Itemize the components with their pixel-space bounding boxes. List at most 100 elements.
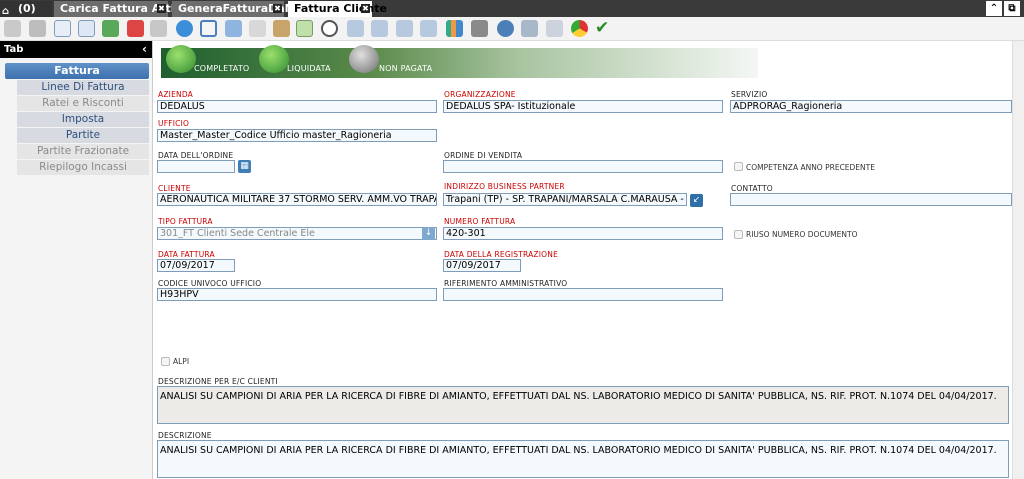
organizzazione-field[interactable]: DEDALUS SPA- Istituzionale: [443, 100, 723, 113]
tipo-fattura-select[interactable]: 301_FT Clienti Sede Centrale Ele: [157, 227, 437, 240]
descr-ec-label: DESCRIZIONE PER E/C CLIENTI: [158, 377, 278, 386]
search-icon[interactable]: [200, 20, 217, 37]
edit-icon[interactable]: [249, 20, 266, 37]
collapse-icon[interactable]: ⌃: [986, 1, 1002, 16]
alpi-checkbox[interactable]: [161, 357, 170, 366]
tab-label: Fattura Cliente: [294, 2, 387, 15]
cliente-field[interactable]: AERONAUTICA MILITARE 37 STORMO SERV. AMM…: [157, 193, 437, 206]
codice-univoco-label: CODICE UNIVOCO UFFICIO: [158, 279, 262, 288]
competenza-label: COMPETENZA ANNO PRECEDENTE: [746, 163, 875, 172]
status-step-non-pagata: NON PAGATA: [379, 64, 433, 73]
servizio-label: SERVIZIO: [731, 90, 768, 99]
descrizione-label: DESCRIZIONE: [158, 431, 212, 440]
organizzazione-label: ORGANIZZAZIONE: [444, 90, 516, 99]
data-registrazione-label: DATA DELLA REGISTRAZIONE: [444, 250, 559, 259]
servizio-field[interactable]: ADPRORAG_Ragioneria: [730, 100, 1012, 113]
status-liquidata-icon: [259, 45, 289, 73]
status-step-completato: COMPLETATO: [194, 64, 250, 73]
tab-genera-fattura-da-nfs[interactable]: GeneraFatturaDaNfs ✖: [172, 1, 305, 17]
descrizione-textarea[interactable]: ANALISI SU CAMPIONI DI ARIA PER LA RICER…: [157, 440, 1009, 478]
riferimento-label: RIFERIMENTO AMMINISTRATIVO: [444, 279, 568, 288]
copy-icon[interactable]: [29, 20, 46, 37]
attach-icon[interactable]: [225, 20, 242, 37]
contatto-label: CONTATTO: [731, 184, 773, 193]
status-banner: [161, 48, 758, 78]
close-icon[interactable]: ✖: [157, 4, 166, 13]
next-icon[interactable]: [396, 20, 413, 37]
numero-fattura-label: NUMERO FATTURA: [444, 217, 516, 226]
ufficio-label: UFFICIO: [158, 119, 190, 128]
data-fattura-field[interactable]: 07/09/2017: [157, 259, 235, 272]
prev-icon[interactable]: [371, 20, 388, 37]
undo-icon[interactable]: [4, 20, 21, 37]
tab-carica-fattura-attiva[interactable]: Carica Fattura Attiva ✖: [54, 1, 189, 17]
last-icon[interactable]: [420, 20, 437, 37]
close-icon[interactable]: ✖: [361, 4, 370, 13]
tipo-fattura-label: TIPO FATTURA: [158, 217, 213, 226]
home-count: (0): [18, 2, 36, 15]
sidebar: Tab ‹ Fattura Linee Di Fattura Ratei e R…: [0, 41, 153, 479]
riuso-label: RIUSO NUMERO DOCUMENTO: [746, 230, 858, 239]
riuso-checkbox[interactable]: [734, 230, 743, 239]
ordine-vendita-field[interactable]: [443, 160, 723, 173]
contatto-field[interactable]: [730, 193, 1012, 206]
settings-icon[interactable]: [497, 20, 514, 37]
descr-ec-textarea[interactable]: ANALISI SU CAMPIONI DI ARIA PER LA RICER…: [157, 386, 1009, 424]
sidebar-item-ratei-e-risconti: Ratei e Risconti: [17, 96, 149, 111]
data-registrazione-field[interactable]: 07/09/2017: [443, 259, 521, 272]
sidebar-item-partite-frazionate: Partite Frazionate: [17, 144, 149, 159]
check-icon[interactable]: ✔: [595, 20, 612, 37]
tab-fattura-cliente[interactable]: Fattura Cliente ✖: [288, 1, 387, 17]
save-icon[interactable]: [150, 20, 167, 37]
print-icon[interactable]: [471, 20, 488, 37]
calendar-icon[interactable]: ▦: [238, 160, 251, 173]
recycle-icon[interactable]: [102, 20, 119, 37]
status-completato-icon: [166, 45, 196, 73]
duplicate-icon[interactable]: [78, 20, 95, 37]
scrollbar[interactable]: [1012, 41, 1024, 479]
export-icon[interactable]: [521, 20, 538, 37]
azienda-label: AZIENDA: [158, 90, 194, 99]
data-ordine-field[interactable]: [157, 160, 235, 173]
refresh-icon[interactable]: [176, 20, 193, 37]
status-step-liquidata: LIQUIDATA: [287, 64, 331, 73]
ordine-vendita-label: ORDINE DI VENDITA: [444, 151, 523, 160]
first-icon[interactable]: [347, 20, 364, 37]
tab-home[interactable]: ⌂ (0): [0, 1, 52, 17]
data-fattura-label: DATA FATTURA: [158, 250, 215, 259]
chart-icon[interactable]: [446, 20, 463, 37]
sidebar-item-linee-di-fattura[interactable]: Linee Di Fattura: [17, 80, 149, 95]
delete-icon[interactable]: [127, 20, 144, 37]
alpi-label: ALPI: [173, 357, 190, 366]
riferimento-field[interactable]: [443, 288, 723, 301]
tab-label: Carica Fattura Attiva: [60, 2, 190, 15]
sidebar-item-partite[interactable]: Partite: [17, 128, 149, 143]
competenza-checkbox[interactable]: [734, 162, 743, 171]
numero-fattura-field[interactable]: 420-301: [443, 227, 723, 240]
table-icon[interactable]: [296, 20, 313, 37]
tab-label: GeneraFatturaDaNfs: [178, 2, 306, 15]
chevron-left-icon[interactable]: ‹: [142, 41, 147, 58]
restore-window-icon[interactable]: ⧉: [1004, 1, 1020, 16]
new-icon[interactable]: [54, 20, 71, 37]
sidebar-item-riepilogo-incassi: Riepilogo Incassi: [17, 160, 149, 175]
toolbar: ✔: [0, 17, 1024, 41]
home-icon[interactable]: [546, 20, 563, 37]
azienda-field[interactable]: DEDALUS: [157, 100, 437, 113]
sidebar-item-imposta[interactable]: Imposta: [17, 112, 149, 127]
indirizzo-field[interactable]: Trapani (TP) - SP. TRAPANI/MARSALA C.MAR…: [443, 193, 687, 206]
status-non-pagata-icon: [349, 45, 379, 73]
close-icon[interactable]: ✖: [273, 4, 282, 13]
chevron-down-icon[interactable]: ↓: [422, 227, 435, 240]
codice-univoco-field[interactable]: H93HPV: [157, 288, 437, 301]
sidebar-group-fattura[interactable]: Fattura: [5, 63, 149, 79]
ufficio-field[interactable]: Master_Master_Codice Ufficio master_Ragi…: [157, 129, 437, 142]
chrome-icon[interactable]: [571, 20, 588, 37]
sidebar-title: Tab: [4, 44, 24, 55]
transfer-icon[interactable]: [273, 20, 290, 37]
clock-icon[interactable]: [321, 20, 338, 37]
tab-bar: ⌂ (0) Carica Fattura Attiva ✖ GeneraFatt…: [0, 0, 1024, 17]
data-ordine-label: DATA DELL'ORDINE: [158, 151, 234, 160]
link-arrow-icon[interactable]: ↙: [690, 194, 703, 207]
indirizzo-label: INDIRIZZO BUSINESS PARTNER: [444, 182, 565, 191]
